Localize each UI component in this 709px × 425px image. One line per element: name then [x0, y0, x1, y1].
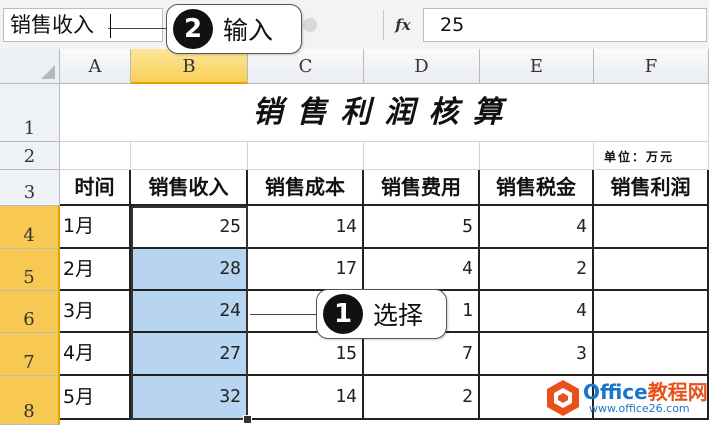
- callout-leader-line: [108, 28, 166, 29]
- row-header-1[interactable]: 1: [0, 84, 60, 142]
- formula-input[interactable]: 25: [423, 8, 707, 42]
- callout-step-1: 1 选择: [316, 289, 447, 339]
- cell-profit[interactable]: [594, 291, 709, 333]
- header-cell-cost[interactable]: 销售成本: [248, 170, 364, 206]
- watermark-brand: Office教程网: [583, 380, 708, 404]
- cell-d2[interactable]: [364, 142, 480, 170]
- callout-step-2: 2 输入: [166, 4, 302, 54]
- cell-revenue[interactable]: 28: [131, 249, 248, 291]
- cell-expense[interactable]: 7: [364, 333, 480, 376]
- name-box[interactable]: 销售收入: [3, 8, 163, 42]
- cell-profit[interactable]: [594, 206, 709, 249]
- cell-b2[interactable]: [131, 142, 248, 170]
- fill-handle[interactable]: [243, 415, 252, 424]
- cell-cost[interactable]: 17: [248, 249, 364, 291]
- cell-tax[interactable]: 4: [480, 206, 594, 249]
- step-number-badge: 2: [173, 9, 213, 49]
- cell-cost[interactable]: 14: [248, 376, 364, 420]
- row-header-4[interactable]: 4: [0, 206, 60, 249]
- sheet-title: 销售利润核算: [252, 95, 517, 130]
- formula-value: 25: [440, 14, 465, 36]
- row-header-3[interactable]: 3: [0, 170, 60, 206]
- header-cell-tax[interactable]: 销售税金: [480, 170, 594, 206]
- row-header-7[interactable]: 7: [0, 333, 60, 376]
- cell-tax[interactable]: 2: [480, 249, 594, 291]
- row-header-6[interactable]: 6: [0, 291, 60, 333]
- cell-tax[interactable]: 3: [480, 333, 594, 376]
- header-cell-time[interactable]: 时间: [60, 170, 131, 206]
- unit-label: 单位：万元: [604, 150, 675, 164]
- column-header-f[interactable]: F: [594, 49, 709, 84]
- cell-revenue[interactable]: 24: [131, 291, 248, 333]
- formula-bar: 销售收入 fx 25: [0, 0, 709, 50]
- cell-e2[interactable]: [480, 142, 594, 170]
- column-header-d[interactable]: D: [364, 49, 480, 84]
- column-header-a[interactable]: A: [60, 49, 131, 84]
- row-header-5[interactable]: 5: [0, 249, 60, 291]
- cell-tax[interactable]: 4: [480, 291, 594, 333]
- text-caret: [110, 14, 111, 38]
- cell-expense[interactable]: 4: [364, 249, 480, 291]
- cell-expense[interactable]: 5: [364, 206, 480, 249]
- cell-revenue[interactable]: 25: [131, 206, 248, 249]
- callout-text: 输入: [223, 16, 274, 45]
- cell-revenue[interactable]: 32: [131, 376, 248, 420]
- cell-month[interactable]: 2月: [60, 249, 131, 291]
- cell-month[interactable]: 3月: [60, 291, 131, 333]
- row-header-2[interactable]: 2: [0, 142, 60, 170]
- cell-profit[interactable]: [594, 249, 709, 291]
- cell-profit[interactable]: [594, 333, 709, 376]
- callout-text: 选择: [373, 301, 424, 330]
- column-header-e[interactable]: E: [480, 49, 594, 84]
- cell-month[interactable]: 5月: [60, 376, 131, 420]
- cell-cost[interactable]: 15: [248, 333, 364, 376]
- name-box-text: 销售收入: [10, 13, 94, 37]
- row-header-8[interactable]: 8: [0, 376, 60, 425]
- select-all-corner[interactable]: [0, 49, 60, 84]
- header-cell-expense[interactable]: 销售费用: [364, 170, 480, 206]
- office-logo-icon: [547, 380, 579, 416]
- cell-cost[interactable]: 14: [248, 206, 364, 249]
- column-header-b[interactable]: B: [131, 49, 248, 84]
- header-cell-profit[interactable]: 销售利润: [594, 170, 709, 206]
- cell-c2[interactable]: [248, 142, 364, 170]
- cell-expense[interactable]: 2: [364, 376, 480, 420]
- step-number-badge: 1: [323, 294, 363, 334]
- cell-a2[interactable]: [60, 142, 131, 170]
- cell-revenue[interactable]: 27: [131, 333, 248, 376]
- column-header-c[interactable]: C: [248, 49, 364, 84]
- watermark-url: www.office26.com: [589, 402, 690, 415]
- callout-leader-line: [250, 314, 316, 315]
- cell-month[interactable]: 1月: [60, 206, 131, 249]
- header-cell-revenue[interactable]: 销售收入: [131, 170, 248, 206]
- insert-function-icon[interactable]: fx: [384, 9, 422, 41]
- cell-month[interactable]: 4月: [60, 333, 131, 376]
- watermark: Office教程网 www.office26.com: [543, 374, 709, 425]
- name-box-dropdown-icon[interactable]: [303, 18, 317, 32]
